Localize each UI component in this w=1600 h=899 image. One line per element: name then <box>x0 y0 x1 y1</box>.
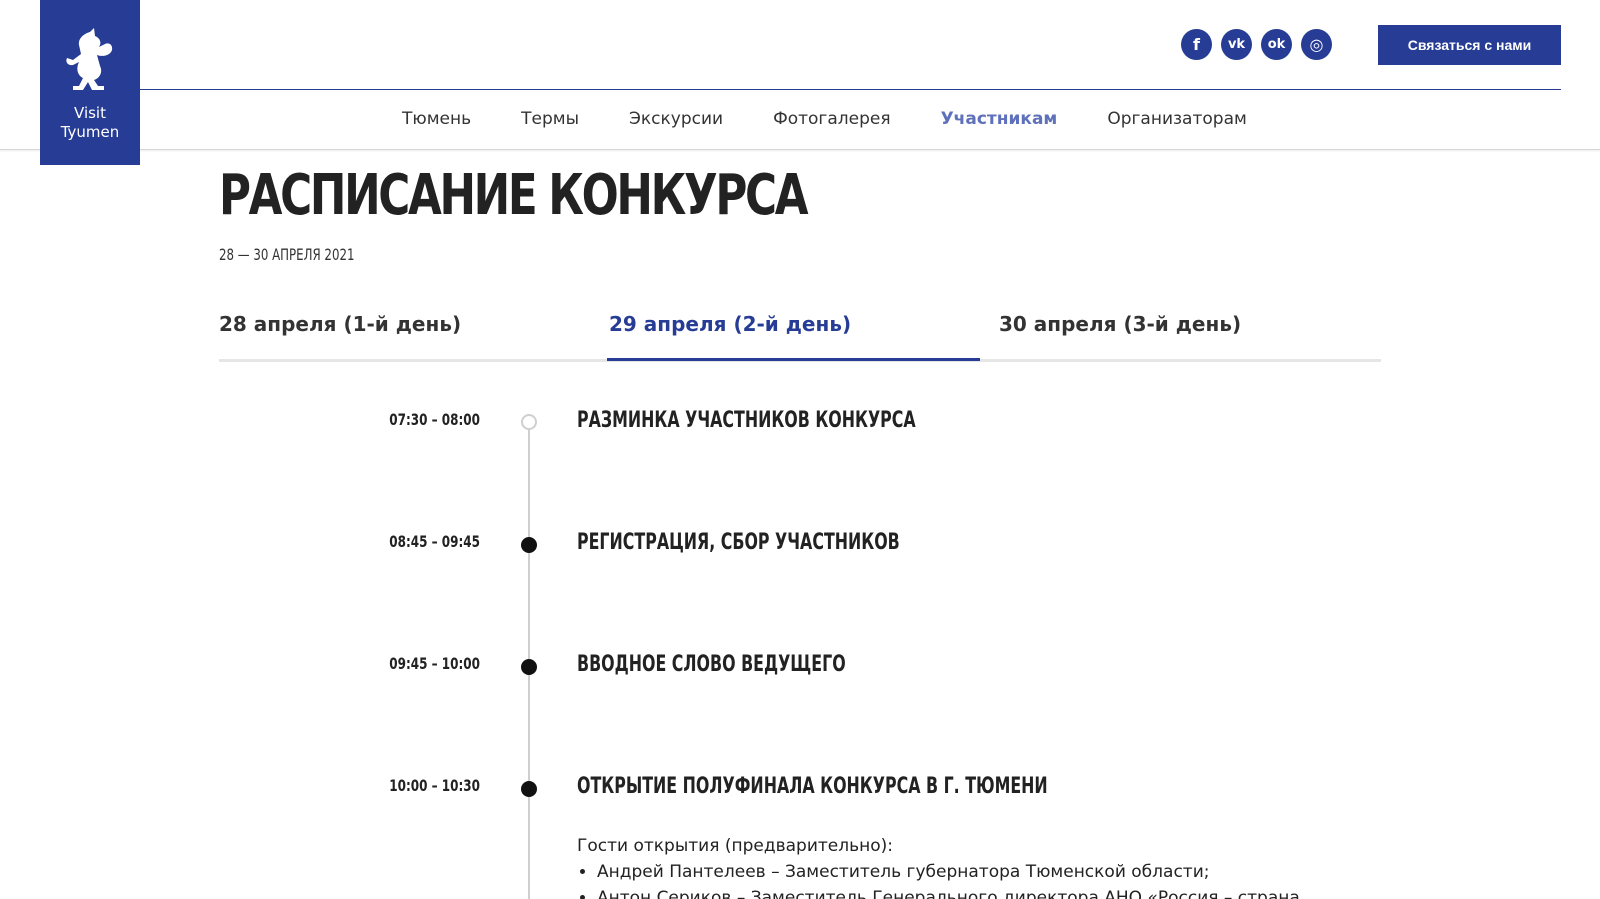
event-title: РЕГИСТРАЦИЯ, СБОР УЧАСТНИКОВ <box>577 530 900 555</box>
logo-line-tyumen: Tyumen <box>60 123 120 141</box>
active-tab-indicator <box>607 358 980 361</box>
event-time: 10:00 – 10:30 <box>389 776 480 795</box>
logo-text: Visit Tyumen <box>40 104 140 142</box>
main-nav: Тюмень Термы Экскурсии Фотогалерея Участ… <box>402 109 1297 129</box>
timeline-dot <box>521 781 537 797</box>
guests-list: Андрей Пантелеев – Заместитель губернато… <box>577 859 1300 899</box>
nav-item-organizers[interactable]: Организаторам <box>1107 109 1246 129</box>
nav-item-thermal-baths[interactable]: Термы <box>521 109 579 129</box>
page-title: РАСПИСАНИЕ КОНКУРСА <box>219 163 809 228</box>
facebook-icon[interactable]: f <box>1181 29 1212 60</box>
timeline-dot <box>521 659 537 675</box>
event-guests: Гости открытия (предварительно): Андрей … <box>577 833 1300 899</box>
event-title: ОТКРЫТИЕ ПОЛУФИНАЛА КОНКУРСА В Г. ТЮМЕНИ <box>577 774 1048 799</box>
facebook-glyph: f <box>1193 35 1200 54</box>
guests-intro: Гости открытия (предварительно): <box>577 836 893 856</box>
event-time: 09:45 – 10:00 <box>389 654 480 673</box>
logo-line-visit: Visit <box>74 104 106 122</box>
nav-item-photo-gallery[interactable]: Фотогалерея <box>773 109 891 129</box>
timeline-dot <box>521 537 537 553</box>
nav-item-participants[interactable]: Участникам <box>941 109 1058 129</box>
odnoklassniki-icon[interactable]: ok <box>1261 29 1292 60</box>
event-title: ВВОДНОЕ СЛОВО ВЕДУЩЕГО <box>577 652 846 677</box>
odnoklassniki-glyph: ok <box>1267 37 1286 52</box>
instagram-glyph: ◎ <box>1309 35 1324 54</box>
vk-glyph: vk <box>1227 37 1246 52</box>
event-title: РАЗМИНКА УЧАСТНИКОВ КОНКУРСА <box>577 408 916 433</box>
event-time: 08:45 – 09:45 <box>389 532 480 551</box>
nav-item-tyumen[interactable]: Тюмень <box>402 109 471 129</box>
day-tabs: 28 апреля (1-й день) 29 апреля (2-й день… <box>219 300 1381 362</box>
site-header: f vk ok ◎ Связаться с нами Тюмень Термы … <box>0 0 1600 150</box>
page-date-range: 28 — 30 АПРЕЛЯ 2021 <box>219 245 355 264</box>
contact-us-button[interactable]: Связаться с нами <box>1378 25 1561 65</box>
site-logo[interactable]: Visit Tyumen <box>40 0 140 165</box>
guest-item: Андрей Пантелеев – Заместитель губернато… <box>597 859 1300 885</box>
guest-item: Антон Сериков – Заместитель Генерального… <box>597 885 1300 899</box>
vk-icon[interactable]: vk <box>1221 29 1252 60</box>
timeline-dot-current <box>521 414 537 430</box>
header-divider <box>140 89 1561 90</box>
tab-day-1[interactable]: 28 апреля (1-й день) <box>219 312 461 336</box>
social-links: f vk ok ◎ <box>1181 29 1332 60</box>
instagram-icon[interactable]: ◎ <box>1301 29 1332 60</box>
tab-day-3[interactable]: 30 апреля (3-й день) <box>999 312 1241 336</box>
tab-day-2[interactable]: 29 апреля (2-й день) <box>609 312 851 336</box>
fox-emblem-icon <box>66 28 113 90</box>
event-time: 07:30 – 08:00 <box>389 410 480 429</box>
nav-item-excursions[interactable]: Экскурсии <box>629 109 723 129</box>
